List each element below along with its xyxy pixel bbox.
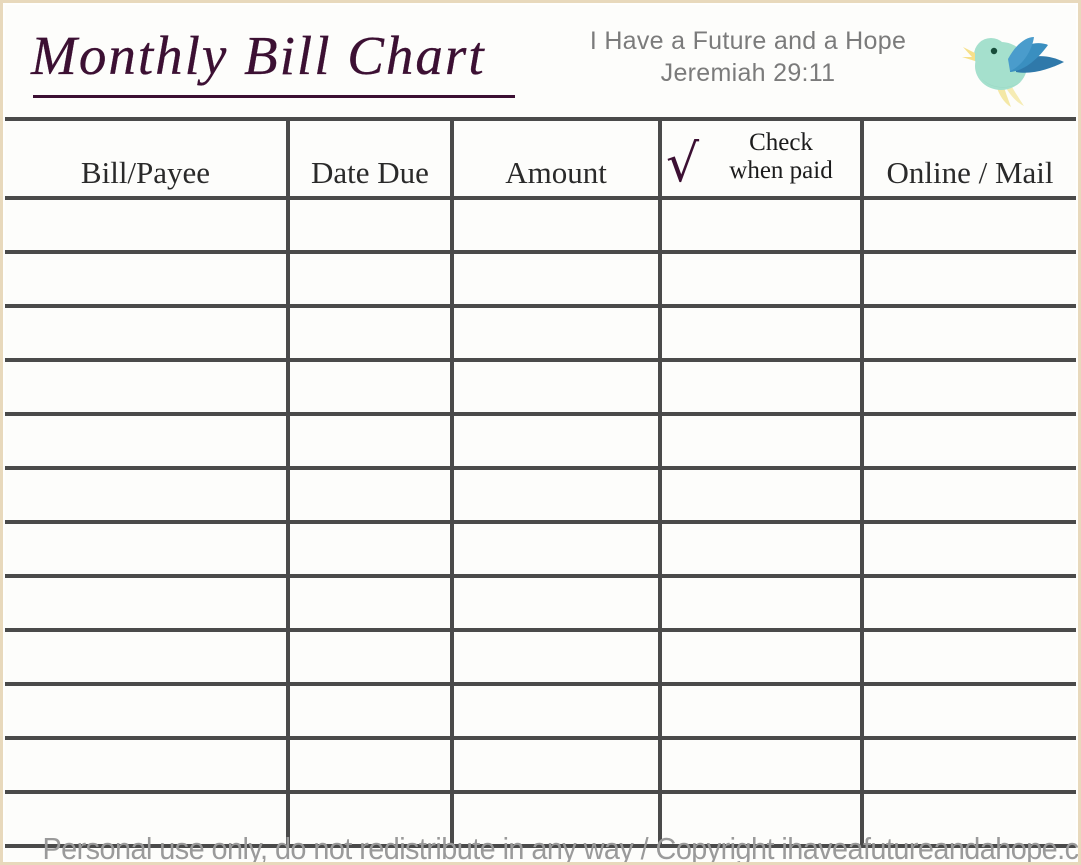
table-header: Bill/Payee Date Due Amount √ Check when … [5, 117, 1076, 200]
cell-amount[interactable] [452, 198, 662, 254]
check-header-inner: √ Check when paid [662, 121, 860, 190]
cell-check[interactable] [660, 252, 864, 308]
cell-check[interactable] [660, 414, 864, 470]
cell-check[interactable] [660, 522, 864, 578]
table-row [5, 414, 1076, 470]
cell-online[interactable] [862, 684, 1076, 740]
cell-date[interactable] [288, 522, 454, 578]
cell-amount[interactable] [452, 468, 662, 524]
cell-bill[interactable] [5, 414, 290, 470]
cell-bill[interactable] [5, 306, 290, 362]
cell-check[interactable] [660, 630, 864, 686]
cell-date[interactable] [288, 576, 454, 632]
cell-online[interactable] [862, 360, 1076, 416]
bird-icon [958, 23, 1070, 109]
cell-bill[interactable] [5, 198, 290, 254]
cell-amount[interactable] [452, 684, 662, 740]
table-row [5, 576, 1076, 632]
page-title: Monthly Bill Chart [31, 25, 486, 86]
cell-date[interactable] [288, 360, 454, 416]
cell-amount[interactable] [452, 522, 662, 578]
cell-bill[interactable] [5, 630, 290, 686]
cell-online[interactable] [862, 522, 1076, 578]
cell-online[interactable] [862, 306, 1076, 362]
check-header-lines: Check when paid [706, 129, 856, 185]
table-row [5, 684, 1076, 740]
cell-online[interactable] [862, 576, 1076, 632]
cell-amount[interactable] [452, 306, 662, 362]
header-row: Bill/Payee Date Due Amount √ Check when … [5, 117, 1076, 200]
check-header-line-1: Check [749, 129, 813, 156]
cell-amount[interactable] [452, 414, 662, 470]
cell-check[interactable] [660, 198, 864, 254]
table-row [5, 468, 1076, 524]
check-header-line-2: when paid [729, 157, 833, 184]
cell-amount[interactable] [452, 360, 662, 416]
footer-copyright: Personal use only, do not redistribute i… [42, 831, 1081, 865]
title-block: Monthly Bill Chart [31, 25, 521, 98]
cell-check[interactable] [660, 360, 864, 416]
cell-bill[interactable] [5, 360, 290, 416]
cell-date[interactable] [288, 630, 454, 686]
table-row [5, 198, 1076, 254]
column-header-online-mail: Online / Mail [862, 117, 1076, 200]
column-header-check-when-paid: √ Check when paid [660, 117, 864, 200]
cell-bill[interactable] [5, 684, 290, 740]
cell-online[interactable] [862, 630, 1076, 686]
table-row [5, 252, 1076, 308]
cell-bill[interactable] [5, 576, 290, 632]
cell-check[interactable] [660, 576, 864, 632]
printable-page: Monthly Bill Chart I Have a Future and a… [0, 0, 1081, 865]
cell-amount[interactable] [452, 630, 662, 686]
table-row [5, 738, 1076, 794]
column-header-amount: Amount [452, 117, 662, 200]
bill-table: Bill/Payee Date Due Amount √ Check when … [5, 117, 1076, 848]
page-header: Monthly Bill Chart I Have a Future and a… [5, 5, 1076, 117]
page-inner-frame: Monthly Bill Chart I Have a Future and a… [3, 3, 1078, 862]
verse-block: I Have a Future and a Hope Jeremiah 29:1… [538, 25, 958, 89]
column-header-bill-payee: Bill/Payee [5, 117, 290, 200]
cell-amount[interactable] [452, 576, 662, 632]
column-header-amount-label: Amount [505, 155, 607, 190]
cell-check[interactable] [660, 684, 864, 740]
cell-bill[interactable] [5, 252, 290, 308]
cell-date[interactable] [288, 198, 454, 254]
cell-bill[interactable] [5, 468, 290, 524]
cell-date[interactable] [288, 252, 454, 308]
cell-bill[interactable] [5, 522, 290, 578]
table-row [5, 522, 1076, 578]
cell-bill[interactable] [5, 738, 290, 794]
verse-line-2: Jeremiah 29:11 [660, 59, 836, 87]
cell-date[interactable] [288, 414, 454, 470]
cell-amount[interactable] [452, 738, 662, 794]
cell-date[interactable] [288, 684, 454, 740]
cell-date[interactable] [288, 306, 454, 362]
column-header-bill-payee-label: Bill/Payee [80, 155, 211, 190]
checkmark-icon: √ [666, 134, 700, 194]
cell-check[interactable] [660, 468, 864, 524]
cell-date[interactable] [288, 738, 454, 794]
cell-check[interactable] [660, 306, 864, 362]
cell-online[interactable] [862, 738, 1076, 794]
cell-check[interactable] [660, 738, 864, 794]
cell-amount[interactable] [452, 252, 662, 308]
cell-date[interactable] [288, 468, 454, 524]
cell-online[interactable] [862, 468, 1076, 524]
column-header-online-mail-label: Online / Mail [886, 155, 1054, 190]
table-body [5, 198, 1076, 848]
column-header-date-due-label: Date Due [311, 155, 429, 190]
cell-online[interactable] [862, 252, 1076, 308]
title-underline [33, 95, 515, 98]
table-row [5, 360, 1076, 416]
table-row [5, 306, 1076, 362]
verse-line-1: I Have a Future and a Hope [589, 27, 907, 55]
column-header-date-due: Date Due [288, 117, 454, 200]
cell-online[interactable] [862, 414, 1076, 470]
table-row [5, 630, 1076, 686]
cell-online[interactable] [862, 198, 1076, 254]
